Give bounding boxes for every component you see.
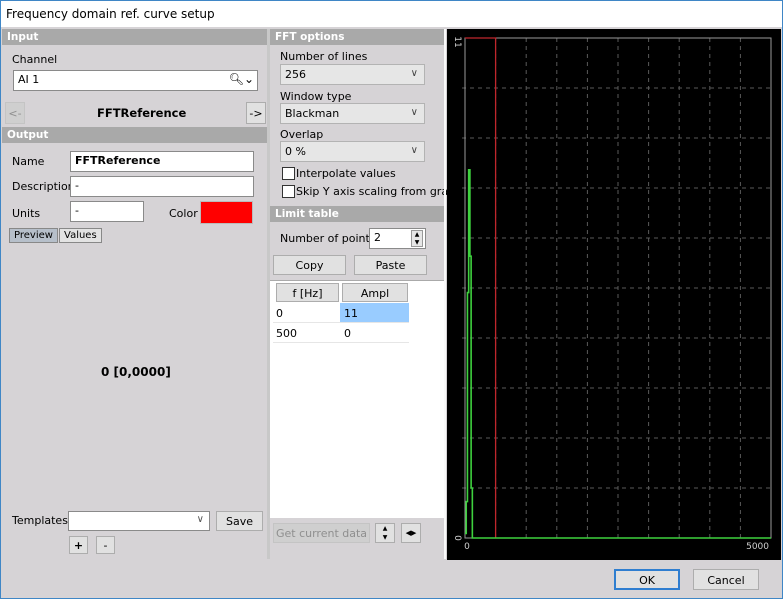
number-of-lines-label: Number of lines (280, 50, 368, 63)
number-of-points-spinner[interactable]: ▲ ▼ (411, 230, 423, 247)
templates-select[interactable]: ∨ (68, 511, 210, 531)
number-of-lines-select[interactable]: 256 ∨ (280, 64, 425, 85)
input-section-header: Input (2, 29, 267, 45)
limit-table: f [Hz] Ampl 0 11 500 0 (270, 280, 444, 518)
table-cell-selected[interactable]: 11 (340, 303, 409, 322)
x-tick-label: 5000 (746, 542, 769, 552)
save-template-button[interactable]: Save (216, 511, 263, 531)
left-right-arrows-icon: ◀▶ (405, 529, 417, 537)
color-label: Color (169, 207, 198, 220)
output-section-header: Output (2, 127, 267, 143)
column-move-left-right-button[interactable]: ◀▶ (401, 523, 421, 543)
remove-template-button[interactable]: - (96, 536, 115, 554)
add-template-button[interactable]: + (69, 536, 88, 554)
y-tick-label: 0 (452, 535, 462, 541)
y-tick-label: 11 (452, 36, 462, 47)
window-type-label: Window type (280, 90, 352, 103)
number-of-points-label: Number of points (280, 232, 376, 245)
skip-y-scaling-label: Skip Y axis scaling from graph (296, 185, 463, 198)
limit-table-header: Limit table (270, 206, 444, 222)
description-label: Description (12, 180, 75, 193)
current-reference-name: FFTReference (97, 106, 187, 120)
channel-value: AI 1 (18, 73, 40, 86)
number-of-lines-value: 256 (285, 68, 306, 81)
chevron-down-icon: ∨ (410, 145, 418, 156)
cancel-button[interactable]: Cancel (693, 569, 759, 590)
skip-y-scaling-checkbox[interactable] (282, 185, 295, 198)
name-label: Name (12, 155, 45, 168)
row-move-up-down-button[interactable]: ▲ ▼ (375, 523, 395, 543)
tab-values[interactable]: Values (59, 228, 102, 243)
number-of-points-value: 2 (374, 231, 381, 244)
search-dropdown-icon[interactable]: 🔍︎⌄ (229, 72, 254, 86)
channel-label: Channel (12, 53, 58, 66)
chevron-down-icon: ∨ (410, 68, 418, 79)
channel-input[interactable]: AI 1 🔍︎⌄ (13, 70, 258, 91)
window-type-select[interactable]: Blackman ∨ (280, 103, 425, 124)
window-type-value: Blackman (285, 107, 340, 120)
title-bar: Frequency domain ref. curve setup (1, 1, 782, 27)
column-header-frequency[interactable]: f [Hz] (276, 283, 339, 302)
color-picker[interactable] (200, 201, 253, 224)
table-cell[interactable]: 0 (344, 327, 351, 340)
up-down-arrows-icon: ▲ ▼ (382, 525, 388, 541)
panel-splitter[interactable] (444, 29, 446, 559)
x-tick-label: 0 (464, 542, 470, 552)
spectrum-chart: 0 11 0 5000 (447, 29, 781, 560)
overlap-label: Overlap (280, 128, 324, 141)
description-field[interactable]: - (70, 176, 254, 197)
interpolate-checkbox[interactable] (282, 167, 295, 180)
name-field[interactable]: FFTReference (70, 151, 254, 172)
dialog-window: Frequency domain ref. curve setup Input … (0, 0, 783, 599)
fft-options-header: FFT options (270, 29, 444, 45)
get-current-data-button[interactable]: Get current data (273, 523, 370, 543)
units-field[interactable]: - (70, 201, 144, 222)
number-of-points-field[interactable]: 2 ▲ ▼ (369, 228, 426, 249)
copy-button[interactable]: Copy (273, 255, 346, 275)
templates-label: Templates (12, 514, 68, 527)
table-cell[interactable]: 0 (276, 307, 283, 320)
window-title: Frequency domain ref. curve setup (6, 7, 215, 21)
paste-button[interactable]: Paste (354, 255, 427, 275)
next-button[interactable]: -> (246, 102, 266, 124)
overlap-select[interactable]: 0 % ∨ (280, 141, 425, 162)
chevron-down-icon: ∨ (410, 107, 418, 118)
previous-button[interactable]: <- (5, 102, 25, 124)
table-row[interactable]: 0 11 (273, 303, 409, 323)
interpolate-label: Interpolate values (296, 167, 396, 180)
table-cell[interactable]: 500 (276, 327, 297, 340)
overlap-value: 0 % (285, 145, 306, 158)
column-header-amplitude[interactable]: Ampl (342, 283, 408, 302)
tab-preview[interactable]: Preview (9, 228, 58, 243)
chart-svg: 0 11 0 5000 (452, 36, 772, 552)
units-label: Units (12, 207, 41, 220)
preview-value: 0 [0,0000] (101, 365, 171, 379)
table-row[interactable]: 500 0 (273, 323, 409, 343)
ok-button[interactable]: OK (614, 569, 680, 590)
chevron-down-icon: ∨ (196, 514, 204, 525)
